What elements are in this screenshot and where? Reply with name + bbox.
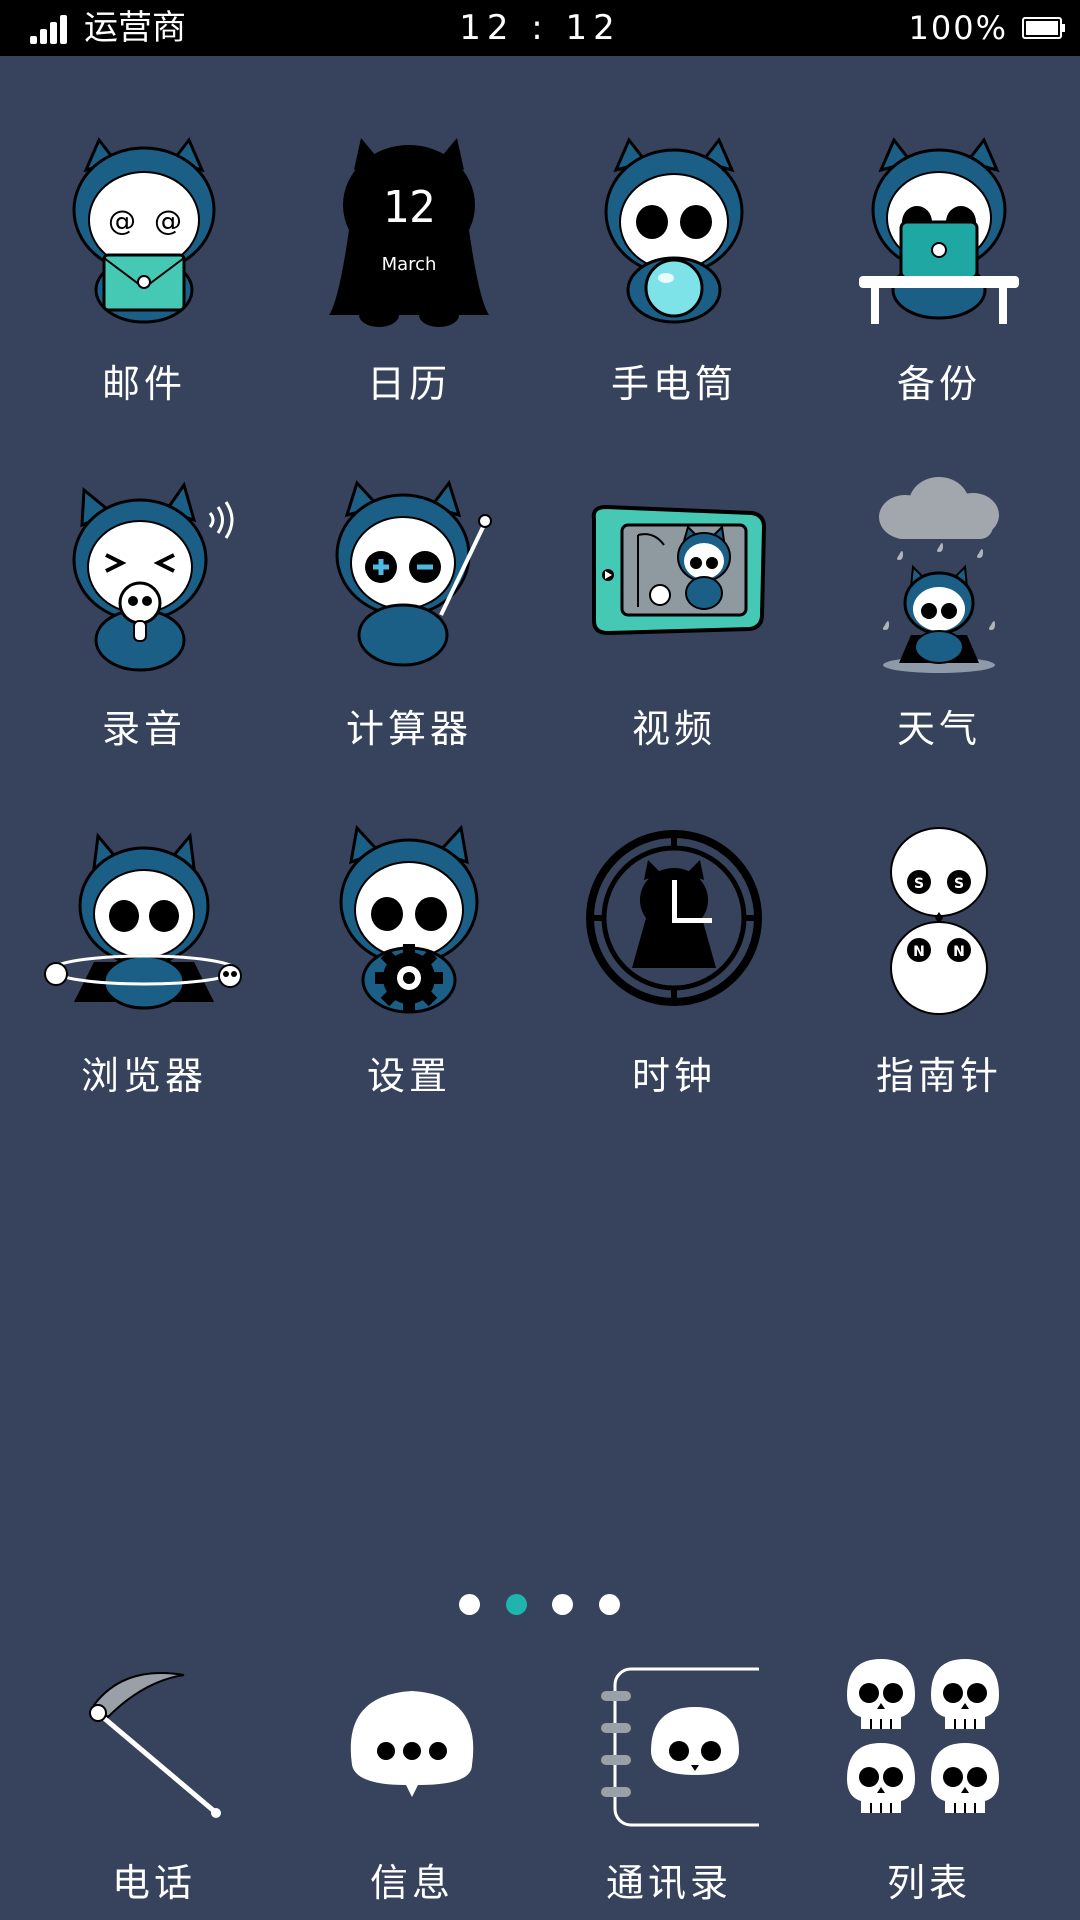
svg-text:N: N: [913, 944, 925, 960]
mail-icon: @ @: [72, 137, 216, 324]
app-clock[interactable]: 时钟: [564, 822, 784, 1122]
calculator-icon: [335, 479, 492, 667]
app-label: 时钟: [631, 1054, 716, 1098]
svg-text:S: S: [914, 876, 924, 892]
backup-icon: [859, 137, 1019, 324]
page-dot-4[interactable]: [599, 1594, 620, 1615]
contacts-icon: [601, 1667, 759, 1827]
video-icon: [591, 504, 767, 636]
calendar-month: March: [382, 254, 437, 275]
dock-label: 电话: [111, 1861, 196, 1905]
recorder-icon: [72, 481, 234, 672]
svg-text:S: S: [954, 876, 964, 892]
app-settings[interactable]: 设置: [299, 822, 519, 1122]
app-label: 录音: [101, 707, 186, 751]
svg-text:@: @: [108, 204, 136, 237]
app-label: 备份: [896, 362, 981, 406]
app-backup[interactable]: 备份: [829, 130, 1049, 430]
browser-icon: [44, 832, 242, 1010]
dock-app-list[interactable]: 列表: [819, 1655, 1039, 1915]
calendar-icon: 12 March: [329, 138, 489, 327]
page-dot-2-active[interactable]: [506, 1594, 527, 1615]
svg-text:N: N: [953, 944, 965, 960]
app-label: 天气: [896, 707, 981, 751]
compass-icon: S S N N: [890, 827, 988, 1015]
flashlight-icon: [604, 137, 744, 324]
page-dot-3[interactable]: [552, 1594, 573, 1615]
dock-phone[interactable]: 电话: [44, 1655, 264, 1915]
app-label: 浏览器: [80, 1054, 207, 1098]
phone-scythe-icon: [89, 1672, 221, 1818]
app-list-icon: [846, 1658, 1000, 1814]
weather-icon: [879, 477, 999, 673]
app-weather[interactable]: 天气: [829, 475, 1049, 775]
dock-label: 列表: [886, 1861, 971, 1905]
dock-label: 信息: [369, 1861, 454, 1905]
dock-label: 通讯录: [605, 1861, 732, 1905]
app-recorder[interactable]: 录音: [34, 475, 254, 775]
dock-contacts[interactable]: 通讯录: [559, 1655, 779, 1915]
settings-icon: [339, 824, 479, 1014]
app-flashlight[interactable]: 手电筒: [564, 130, 784, 430]
app-mail[interactable]: @ @ 邮件: [34, 130, 254, 430]
app-grid: @ @ 邮件 12 March 日历 手电筒 备份 录音 计算器 视频 天气 浏…: [0, 0, 1080, 1300]
svg-text:@: @: [154, 204, 182, 237]
page-dot-1[interactable]: [459, 1594, 480, 1615]
app-label: 日历: [366, 362, 451, 406]
app-calendar[interactable]: 12 March 日历: [299, 130, 519, 430]
app-label: 邮件: [101, 362, 186, 406]
app-browser[interactable]: 浏览器: [34, 822, 254, 1122]
app-video[interactable]: 视频: [564, 475, 784, 775]
clock-icon: [586, 830, 762, 1006]
app-calculator[interactable]: 计算器: [299, 475, 519, 775]
calendar-day: 12: [383, 182, 436, 233]
app-label: 计算器: [345, 707, 472, 751]
page-indicator: [0, 1594, 1080, 1616]
app-label: 手电筒: [610, 362, 737, 406]
app-compass[interactable]: S S N N 指南针: [829, 822, 1049, 1122]
dock-messages[interactable]: 信息: [302, 1655, 522, 1915]
app-label: 视频: [631, 707, 716, 751]
app-label: 设置: [366, 1054, 451, 1098]
message-icon: [350, 1691, 474, 1797]
app-label: 指南针: [875, 1054, 1002, 1098]
